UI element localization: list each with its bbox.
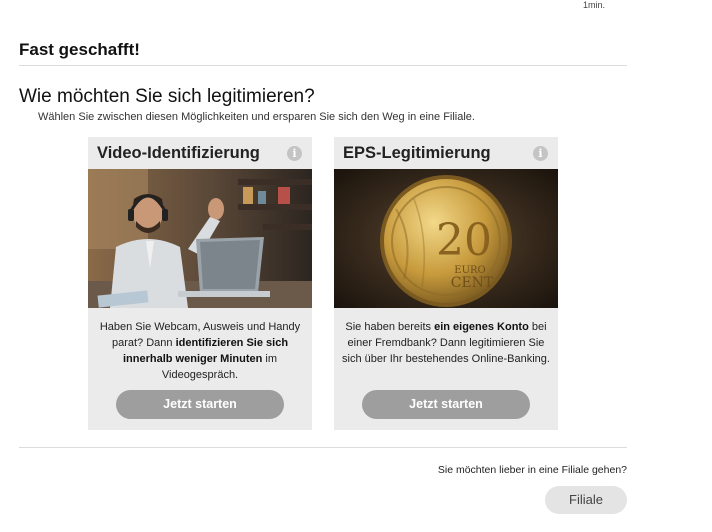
desc-emphasis: ein eigenes Konto <box>434 321 529 333</box>
divider <box>19 447 627 448</box>
card-title: Video-Identifizierung <box>97 144 260 162</box>
video-start-button[interactable]: Jetzt starten <box>116 390 284 419</box>
section-subheading: Wählen Sie zwischen diesen Möglichkeiten… <box>38 111 475 123</box>
desc-text: Sie haben bereits <box>345 321 435 333</box>
card-title: EPS-Legitimierung <box>343 144 491 162</box>
coin-value: 20 <box>436 215 492 266</box>
card-description: Sie haben bereits ein eigenes Konto bei … <box>340 319 552 367</box>
card-eps-legitimation: EPS-Legitimierung i 20 EURO CENT Sie hab… <box>334 137 558 430</box>
info-icon[interactable]: i <box>287 146 302 161</box>
card-video-identification: Video-Identifizierung i Haben Sie Webcam… <box>88 137 312 430</box>
video-call-photo <box>88 169 312 308</box>
divider <box>19 65 627 66</box>
coin-photo: 20 EURO CENT <box>334 169 558 308</box>
coin-cent: CENT <box>451 275 494 291</box>
eps-start-button[interactable]: Jetzt starten <box>362 390 530 419</box>
card-description: Haben Sie Webcam, Ausweis und Handy para… <box>94 319 306 383</box>
page-title: Fast geschafft! <box>19 40 140 59</box>
section-heading: Wie möchten Sie sich legitimieren? <box>19 86 315 107</box>
euro-coin-illustration: 20 EURO CENT <box>334 169 558 308</box>
info-icon[interactable]: i <box>533 146 548 161</box>
time-estimate: 1min. <box>583 0 606 10</box>
branch-question: Sie möchten lieber in eine Filiale gehen… <box>437 464 627 476</box>
branch-button[interactable]: Filiale <box>545 486 627 514</box>
video-call-illustration <box>88 169 312 308</box>
